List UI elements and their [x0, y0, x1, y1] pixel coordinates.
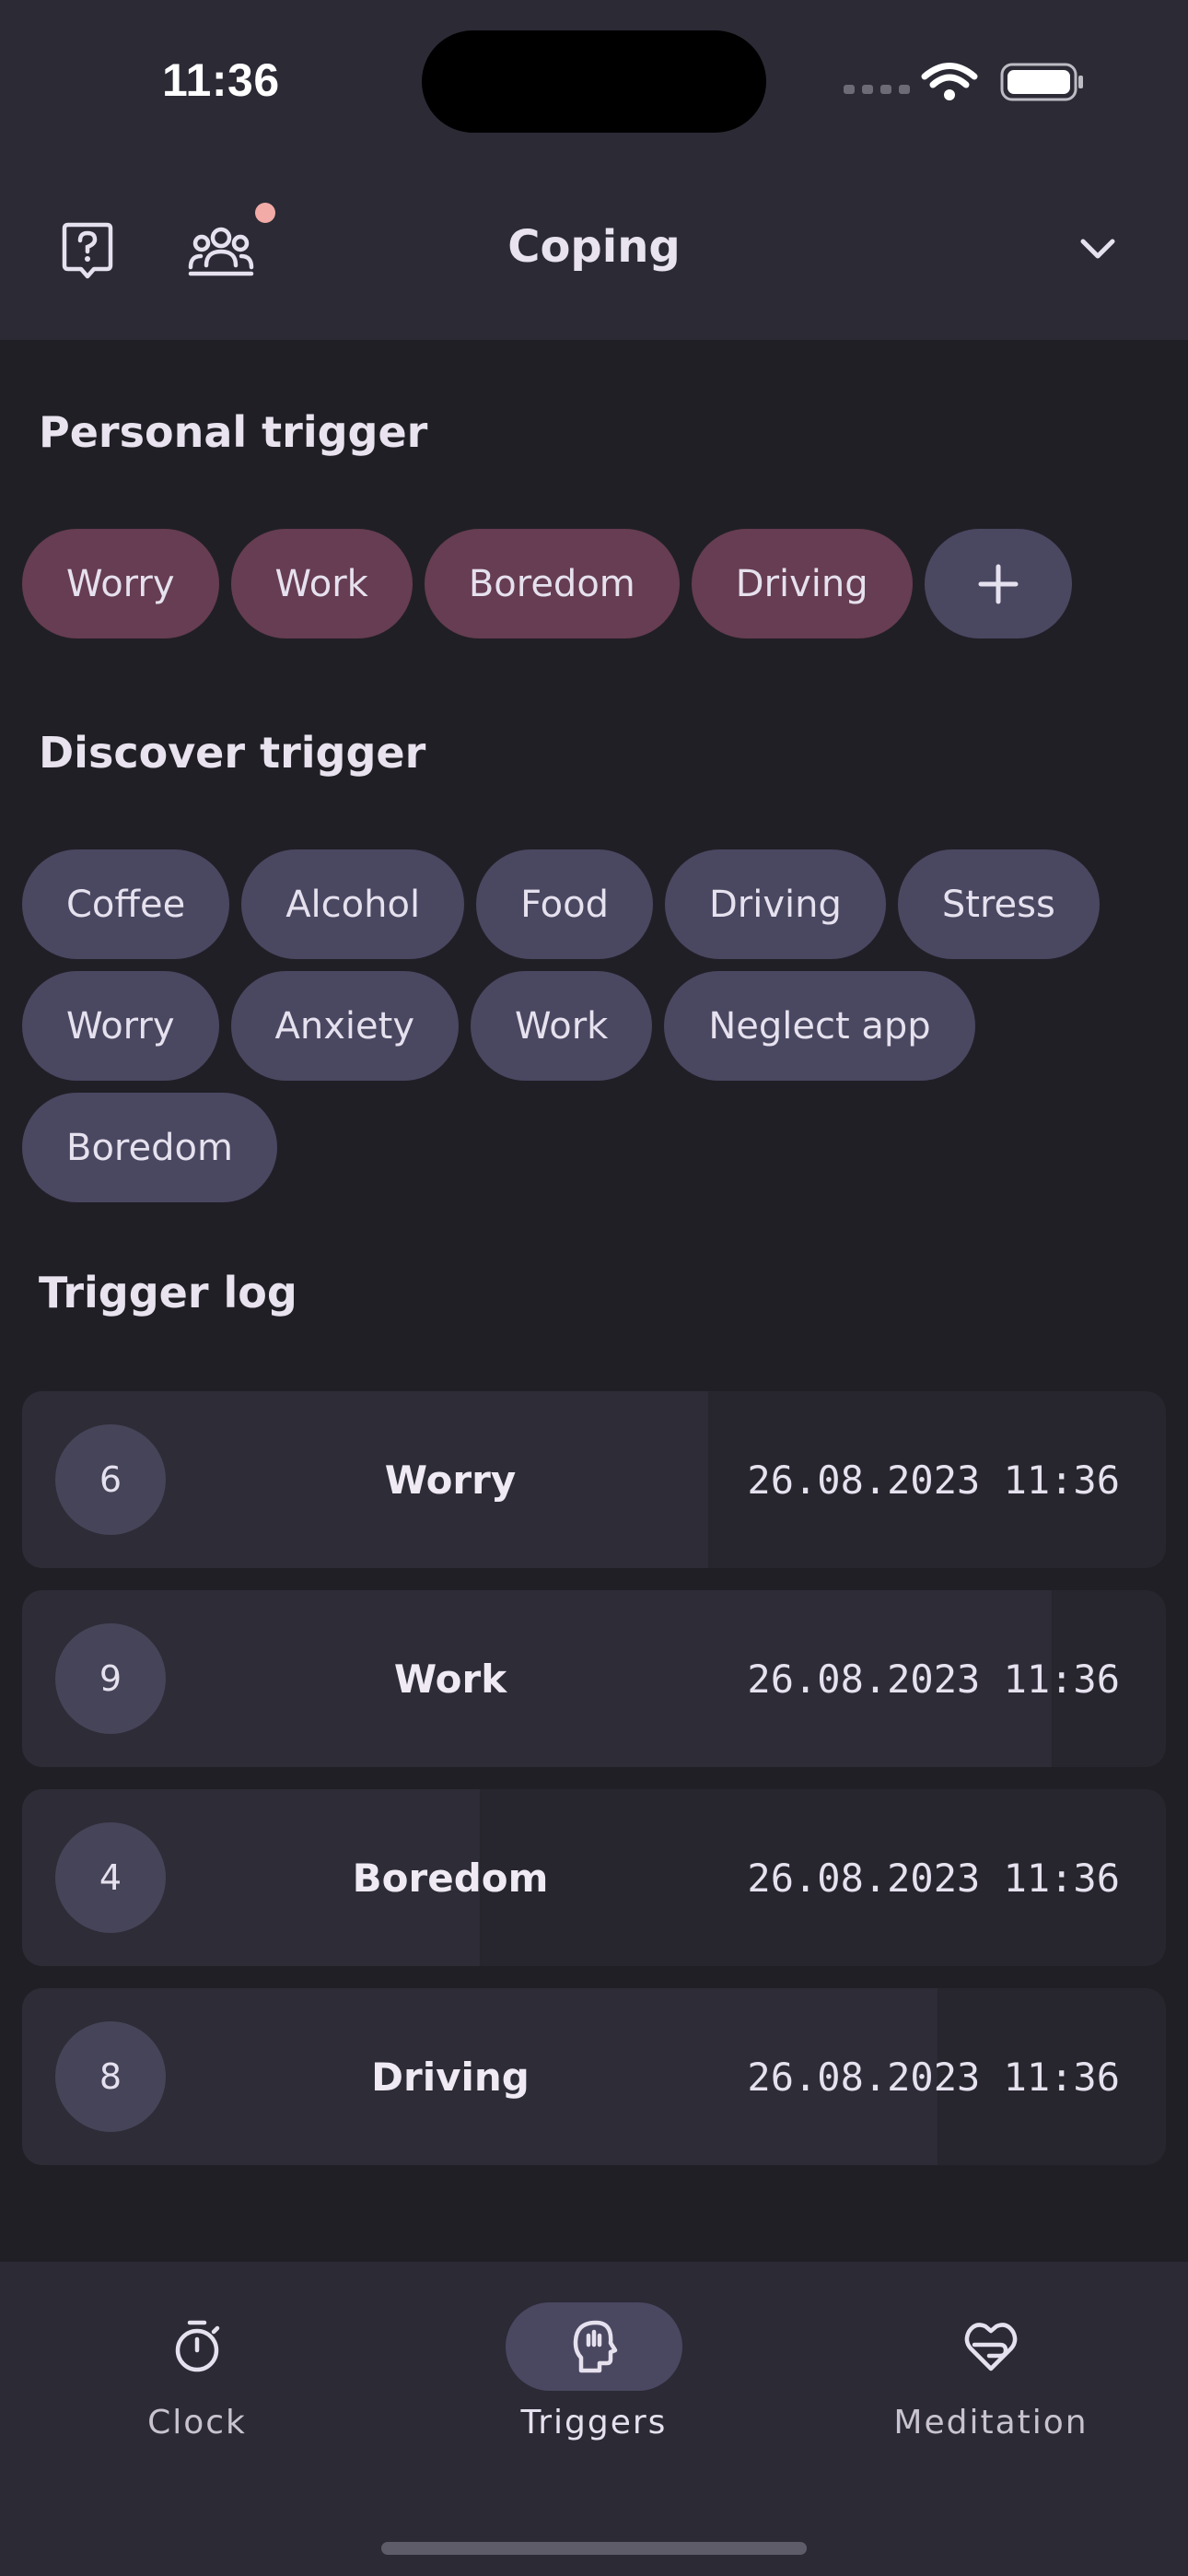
- heart-hand-icon: [964, 2323, 1018, 2371]
- notification-badge: [255, 203, 275, 223]
- discover-chip[interactable]: Stress: [897, 849, 1100, 959]
- nav-pill: [109, 2302, 285, 2391]
- intensity-value: 8: [55, 2021, 166, 2132]
- discover-chip-row: Boredom: [22, 1093, 277, 1202]
- chevron-down-icon[interactable]: [1079, 238, 1116, 262]
- head-icon: [573, 2320, 618, 2373]
- trigger-name: Worry: [384, 1457, 517, 1503]
- discover-chip[interactable]: Neglect app: [664, 971, 975, 1081]
- nav-item-triggers[interactable]: Triggers: [456, 2262, 732, 2441]
- trigger-name: Driving: [371, 2054, 530, 2100]
- nav-label: Meditation: [893, 2404, 1089, 2441]
- intensity-value: 4: [55, 1822, 166, 1933]
- trigger-name: Boredom: [352, 1855, 549, 1901]
- trigger-timestamp: 26.08.2023 11:36: [747, 2054, 1120, 2100]
- stopwatch-icon: [175, 2320, 220, 2372]
- nav-item-clock[interactable]: Clock: [59, 2262, 335, 2441]
- discover-chip-row: Coffee Alcohol Food Driving Stress: [22, 849, 1100, 959]
- add-trigger-button[interactable]: [924, 529, 1072, 638]
- dynamic-island: [422, 30, 766, 133]
- personal-chip[interactable]: Boredom: [424, 529, 680, 638]
- trigger-log-item[interactable]: 8 Driving 26.08.2023 11:36: [22, 1988, 1166, 2165]
- home-indicator: [381, 2542, 807, 2555]
- personal-chip[interactable]: Work: [230, 529, 413, 638]
- discover-chip[interactable]: Worry: [22, 971, 219, 1081]
- battery-icon: [1000, 63, 1083, 101]
- trigger-log-item[interactable]: 4 Boredom 26.08.2023 11:36: [22, 1789, 1166, 1966]
- page-title: Coping: [507, 221, 681, 273]
- trigger-log-item[interactable]: 6 Worry 26.08.2023 11:36: [22, 1391, 1166, 1568]
- nav-label: Triggers: [520, 2404, 668, 2441]
- discover-chip[interactable]: Food: [476, 849, 653, 959]
- discover-chip[interactable]: Driving: [665, 849, 886, 959]
- nav-item-meditation[interactable]: Meditation: [853, 2262, 1129, 2441]
- intensity-value: 9: [55, 1623, 166, 1734]
- status-icons: [844, 63, 1083, 101]
- personal-trigger-heading: Personal trigger: [39, 407, 428, 457]
- trigger-timestamp: 26.08.2023 11:36: [747, 1457, 1120, 1503]
- discover-chip[interactable]: Boredom: [22, 1093, 277, 1202]
- personal-chip[interactable]: Driving: [691, 529, 913, 638]
- trigger-timestamp: 26.08.2023 11:36: [747, 1855, 1120, 1901]
- trigger-log-heading: Trigger log: [39, 1268, 297, 1317]
- bottom-navigation: Clock Triggers Meditation: [0, 2262, 1188, 2576]
- discover-chip[interactable]: Coffee: [22, 849, 230, 959]
- nav-label: Clock: [147, 2404, 247, 2441]
- discover-trigger-heading: Discover trigger: [39, 728, 426, 778]
- discover-chip[interactable]: Work: [471, 971, 653, 1081]
- nav-pill: [506, 2302, 682, 2391]
- top-bar: 11:36 Coping: [0, 0, 1188, 340]
- personal-chip[interactable]: Worry: [22, 529, 219, 638]
- wifi-icon: [921, 63, 978, 88]
- intensity-value: 6: [55, 1424, 166, 1535]
- plus-icon: [978, 564, 1019, 603]
- discover-chip[interactable]: Alcohol: [241, 849, 465, 959]
- trigger-log-item[interactable]: 9 Work 26.08.2023 11:36: [22, 1590, 1166, 1767]
- signal-icon: [844, 85, 910, 94]
- status-time: 11:36: [162, 54, 280, 106]
- discover-chip[interactable]: Anxiety: [230, 971, 460, 1081]
- trigger-timestamp: 26.08.2023 11:36: [747, 1656, 1120, 1702]
- discover-chip-row: Worry Anxiety Work Neglect app: [22, 971, 975, 1081]
- nav-pill: [903, 2302, 1079, 2391]
- trigger-name: Work: [393, 1656, 507, 1702]
- personal-chip-row: Worry Work Boredom Driving: [22, 529, 1072, 638]
